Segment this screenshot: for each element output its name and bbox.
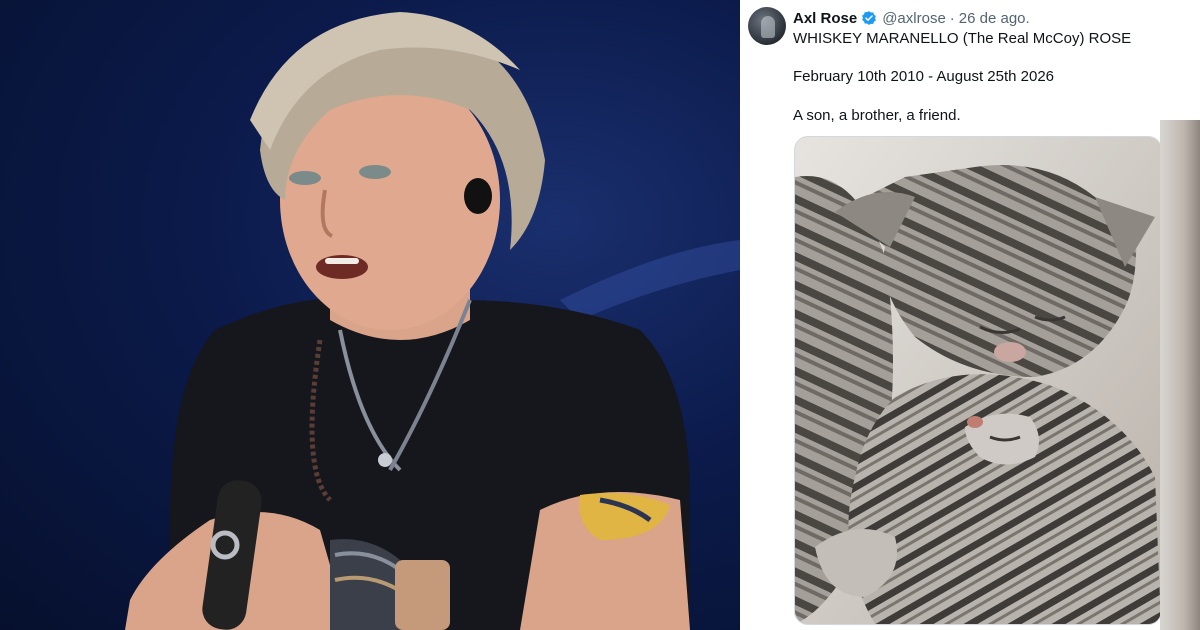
avatar[interactable] (748, 7, 786, 45)
separator-dot: · (949, 9, 955, 27)
tweet-text-line1: WHISKEY MARANELLO (The Real McCoy) ROSE (793, 30, 1132, 47)
adjacent-photo-edge (1160, 120, 1200, 630)
verified-badge-icon (862, 11, 877, 25)
tweet-card[interactable]: Axl Rose @axlrose · 26 de ago. WHISKEY M… (740, 0, 1200, 630)
cat-photo-icon (795, 137, 1161, 624)
singer-illustration (125, 12, 740, 630)
singer-photo (0, 0, 740, 630)
author-handle[interactable]: @axlrose (882, 10, 946, 27)
author-name[interactable]: Axl Rose (793, 10, 857, 27)
avatar-figure (761, 16, 775, 38)
tweet-text-line3: A son, a brother, a friend. (793, 107, 961, 124)
tweet-timestamp[interactable]: 26 de ago. (959, 10, 1030, 27)
tweet-media-image[interactable] (794, 136, 1162, 625)
tweet-header: Axl Rose @axlrose · 26 de ago. (793, 8, 1030, 28)
tweet-text-line2: February 10th 2010 - August 25th 2026 (793, 68, 1055, 85)
